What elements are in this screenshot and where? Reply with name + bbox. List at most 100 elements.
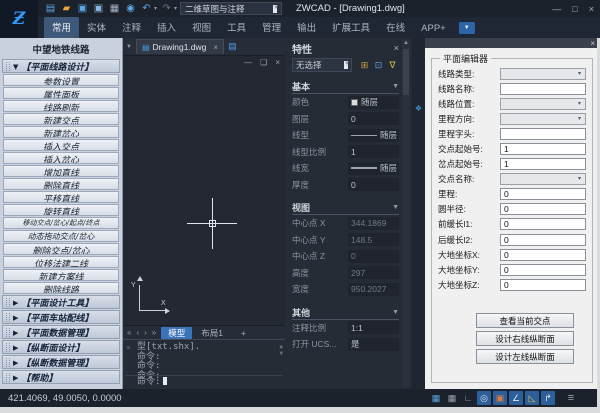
chevron-down-icon[interactable]: ▾ — [154, 5, 157, 12]
command-line-window[interactable]: × 型[txt.shx].命令:命令:命令: 命令: ▲▼ — [123, 339, 285, 389]
dynamic-input-icon[interactable]: ◺ — [525, 391, 539, 405]
property-value[interactable]: 0 — [348, 250, 399, 263]
layout-tab-布局1[interactable]: 布局1 — [194, 327, 230, 339]
property-section-基本[interactable]: 基本▼ — [292, 80, 399, 94]
close-button[interactable]: × — [589, 4, 594, 14]
palette-item[interactable]: 移动交点/岔心/起点/终点 — [3, 217, 119, 229]
close-icon[interactable]: × — [590, 39, 595, 48]
close-icon[interactable]: × — [126, 343, 131, 352]
editor-select-3[interactable]: ▾ — [500, 113, 586, 125]
palette-item[interactable]: 属性面板 — [3, 87, 119, 99]
property-value[interactable]: 148.5 — [348, 233, 399, 246]
palette-item[interactable]: 删除交点/岔心 — [3, 243, 119, 255]
property-section-视图[interactable]: 视图▼ — [292, 201, 399, 215]
property-value[interactable]: 随层 — [348, 96, 399, 109]
layout-tab-模型[interactable]: 模型 — [161, 327, 192, 339]
snap-mode-icon[interactable]: ▦ — [445, 391, 459, 405]
object-snap-tracking-icon[interactable]: ▣ — [493, 391, 507, 405]
ribbon-tab-9[interactable]: 在线 — [378, 17, 413, 38]
command-prompt[interactable]: 命令: — [137, 374, 167, 387]
property-value[interactable]: 0 — [348, 112, 399, 125]
print-icon[interactable]: ▦ — [108, 2, 121, 16]
status-menu-icon[interactable]: ≡ — [564, 391, 578, 405]
editor-input-10[interactable]: 0 — [500, 218, 586, 230]
ribbon-tab-3[interactable]: 插入 — [149, 17, 184, 38]
palette-item[interactable]: 插入交点 — [3, 139, 119, 151]
palette-section-header-2[interactable]: ▶【平面车站配线】 — [2, 310, 120, 324]
undo-icon[interactable]: ↶ — [140, 2, 153, 16]
editor-input-5[interactable]: 1 — [500, 143, 586, 155]
palette-item[interactable]: 位移法建二线 — [3, 256, 119, 268]
editor-input-6[interactable]: 1 — [500, 158, 586, 170]
editor-select-0[interactable]: ▾ — [500, 68, 586, 80]
select-objects-icon[interactable]: ⊡ — [372, 59, 385, 72]
palette-item[interactable]: 新建方案线 — [3, 269, 119, 281]
property-value[interactable]: 是 — [348, 338, 399, 351]
preview-icon[interactable]: ◉ — [124, 2, 137, 16]
command-scrollbar[interactable]: ▲▼ — [279, 343, 283, 357]
lineweight-display-icon[interactable]: ↱ — [541, 391, 555, 405]
ribbon-tab-6[interactable]: 管理 — [254, 17, 289, 38]
properties-scrollbar[interactable]: ▲ — [402, 40, 410, 387]
ribbon-tab-2[interactable]: 注释 — [114, 17, 149, 38]
palette-item[interactable]: 新建岔心 — [3, 126, 119, 138]
ribbon-tab-8[interactable]: 扩展工具 — [324, 17, 378, 38]
chevron-down-icon[interactable]: ▾ — [174, 5, 177, 12]
grid-display-icon[interactable]: ▦ — [429, 391, 443, 405]
property-value[interactable]: 950.2027 — [348, 283, 399, 296]
editor-input-14[interactable]: 0 — [500, 279, 586, 291]
palette-section-header-3[interactable]: ▶【平面数据管理】 — [2, 325, 120, 339]
zwcad-logo-icon[interactable]: Ƶ — [0, 0, 38, 38]
palette-item[interactable]: 平移直线 — [3, 191, 119, 203]
editor-select-7[interactable]: ▾ — [500, 173, 586, 185]
palette-item[interactable]: 线路刷新 — [3, 100, 119, 112]
quick-select-icon[interactable]: ∇ — [386, 59, 399, 72]
editor-input-4[interactable] — [500, 128, 586, 140]
prev-layout-icon[interactable]: ‹ — [136, 328, 140, 337]
dock-caret-icon[interactable]: ▼ — [126, 44, 132, 50]
palette-section-header-0[interactable]: ▼【平面线路设计】 — [2, 59, 120, 73]
last-layout-icon[interactable]: » — [152, 328, 157, 337]
new-file-icon[interactable]: ▤ — [44, 2, 57, 16]
ribbon-tab-7[interactable]: 输出 — [289, 17, 324, 38]
property-value[interactable]: 随层 — [348, 162, 399, 175]
editor-button-0[interactable]: 查看当前交点 — [476, 313, 574, 328]
editor-input-9[interactable]: 0 — [500, 203, 586, 215]
ribbon-tab-10[interactable]: APP+ — [413, 20, 454, 38]
add-layout-button[interactable]: + — [234, 327, 253, 339]
property-value[interactable]: 344.1869 — [348, 217, 399, 230]
first-layout-icon[interactable]: « — [127, 328, 132, 337]
palette-item[interactable]: 新建交点 — [3, 113, 119, 125]
ribbon-tab-5[interactable]: 工具 — [219, 17, 254, 38]
maximize-button[interactable]: □ — [572, 4, 577, 14]
palette-section-header-5[interactable]: ▶【纵断数据管理】 — [2, 355, 120, 369]
new-document-icon[interactable]: ▤ — [228, 41, 237, 52]
palette-section-header-1[interactable]: ▶【平面设计工具】 — [2, 295, 120, 309]
editor-input-12[interactable]: 0 — [500, 249, 586, 261]
property-value[interactable]: 随层 — [348, 129, 399, 142]
property-value[interactable]: 0 — [348, 178, 399, 191]
mdi-restore-button[interactable]: ❏ — [260, 58, 267, 67]
palette-item[interactable]: 旋转直线 — [3, 204, 119, 216]
editor-button-1[interactable]: 设计右线纵断面 — [476, 331, 574, 346]
polar-tracking-icon[interactable]: ∠ — [509, 391, 523, 405]
drawing-canvas[interactable]: — ❏ × Y X — [123, 56, 285, 325]
mdi-minimize-button[interactable]: — — [244, 58, 252, 67]
palette-item[interactable]: 动态拖动交点/岔心 — [3, 230, 119, 242]
palette-item[interactable]: 删除线路 — [3, 282, 119, 294]
selection-combo[interactable]: 无选择 ▼ — [292, 58, 352, 72]
mdi-close-button[interactable]: × — [275, 58, 280, 67]
redo-icon[interactable]: ↷ — [160, 2, 173, 16]
object-snap-icon[interactable]: ◎ — [477, 391, 491, 405]
editor-input-11[interactable]: 0 — [500, 234, 586, 246]
editor-input-8[interactable]: 0 — [500, 188, 586, 200]
open-folder-icon[interactable]: ▰ — [60, 2, 73, 16]
ribbon-tab-1[interactable]: 实体 — [79, 17, 114, 38]
palette-item[interactable]: 增加直线 — [3, 165, 119, 177]
editor-button-2[interactable]: 设计左线纵断面 — [476, 349, 574, 364]
close-tab-icon[interactable]: × — [213, 43, 218, 52]
next-layout-icon[interactable]: › — [144, 328, 148, 337]
save-icon[interactable]: ▣ — [76, 2, 89, 16]
minimize-button[interactable]: — — [552, 4, 561, 14]
close-icon[interactable]: × — [394, 43, 399, 53]
